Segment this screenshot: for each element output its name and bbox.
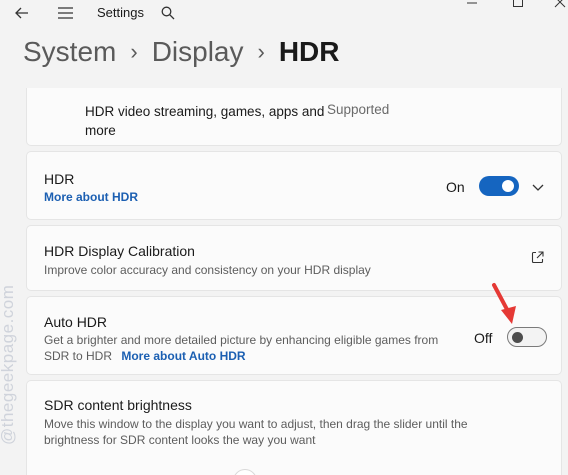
hdr-support-label: HDR video streaming, games, apps and mor… <box>85 104 325 138</box>
maximize-icon <box>513 0 523 7</box>
auto-hdr-title: Auto HDR <box>44 314 108 330</box>
expand-button[interactable] <box>532 179 544 197</box>
close-icon <box>554 0 566 8</box>
app-title: Settings <box>97 5 144 20</box>
annotation-arrow-icon <box>492 283 516 324</box>
minimize-icon <box>467 2 477 4</box>
title-bar: Settings <box>0 0 568 28</box>
breadcrumb-display[interactable]: Display <box>152 36 244 68</box>
calibration-desc: Improve color accuracy and consistency o… <box>44 263 371 277</box>
auto-hdr-state-label: Off <box>474 330 493 346</box>
sdr-brightness-card: SDR content brightness Move this window … <box>26 380 562 475</box>
breadcrumb-separator: › <box>257 39 265 64</box>
calibration-title: HDR Display Calibration <box>44 243 195 259</box>
search-button[interactable] <box>156 2 180 24</box>
sdr-slider-thumb[interactable] <box>233 469 257 475</box>
back-arrow-icon <box>15 7 28 19</box>
hdr-calibration-card[interactable]: HDR Display Calibration Improve color ac… <box>26 225 562 291</box>
watermark: @thegeekpage.com <box>0 284 17 445</box>
open-external-icon <box>531 251 544 264</box>
hamburger-menu-icon <box>57 7 73 19</box>
hdr-support-status: Supported <box>327 102 390 117</box>
hdr-state-label: On <box>446 179 465 195</box>
menu-button[interactable] <box>53 2 77 24</box>
page-title: HDR <box>278 36 340 67</box>
minimize-button[interactable] <box>457 0 487 10</box>
auto-hdr-toggle[interactable] <box>507 327 547 347</box>
auto-hdr-desc-block: Get a brighter and more detailed picture… <box>44 332 464 364</box>
more-about-auto-hdr-link[interactable]: More about Auto HDR <box>121 349 245 363</box>
chevron-down-icon <box>532 184 544 191</box>
back-button[interactable] <box>10 2 34 24</box>
maximize-button[interactable] <box>503 0 533 10</box>
open-external-button[interactable] <box>531 251 544 269</box>
sdr-desc: Move this window to the display you want… <box>44 417 468 447</box>
sdr-title: SDR content brightness <box>44 397 192 413</box>
hdr-card[interactable]: HDR More about HDR On <box>26 151 562 220</box>
more-about-hdr-link[interactable]: More about HDR <box>44 190 138 204</box>
breadcrumb: System › Display › HDR <box>23 36 340 68</box>
hdr-support-card: HDR video streaming, games, apps and mor… <box>26 88 562 146</box>
hdr-toggle[interactable] <box>479 176 519 196</box>
toggle-knob <box>502 180 514 192</box>
breadcrumb-system[interactable]: System <box>23 36 116 68</box>
search-icon <box>161 6 175 20</box>
close-button[interactable] <box>545 0 568 10</box>
auto-hdr-card[interactable]: Auto HDR Get a brighter and more detaile… <box>26 296 562 375</box>
hdr-title: HDR <box>44 171 75 187</box>
breadcrumb-separator: › <box>130 39 138 64</box>
toggle-knob <box>512 331 523 343</box>
